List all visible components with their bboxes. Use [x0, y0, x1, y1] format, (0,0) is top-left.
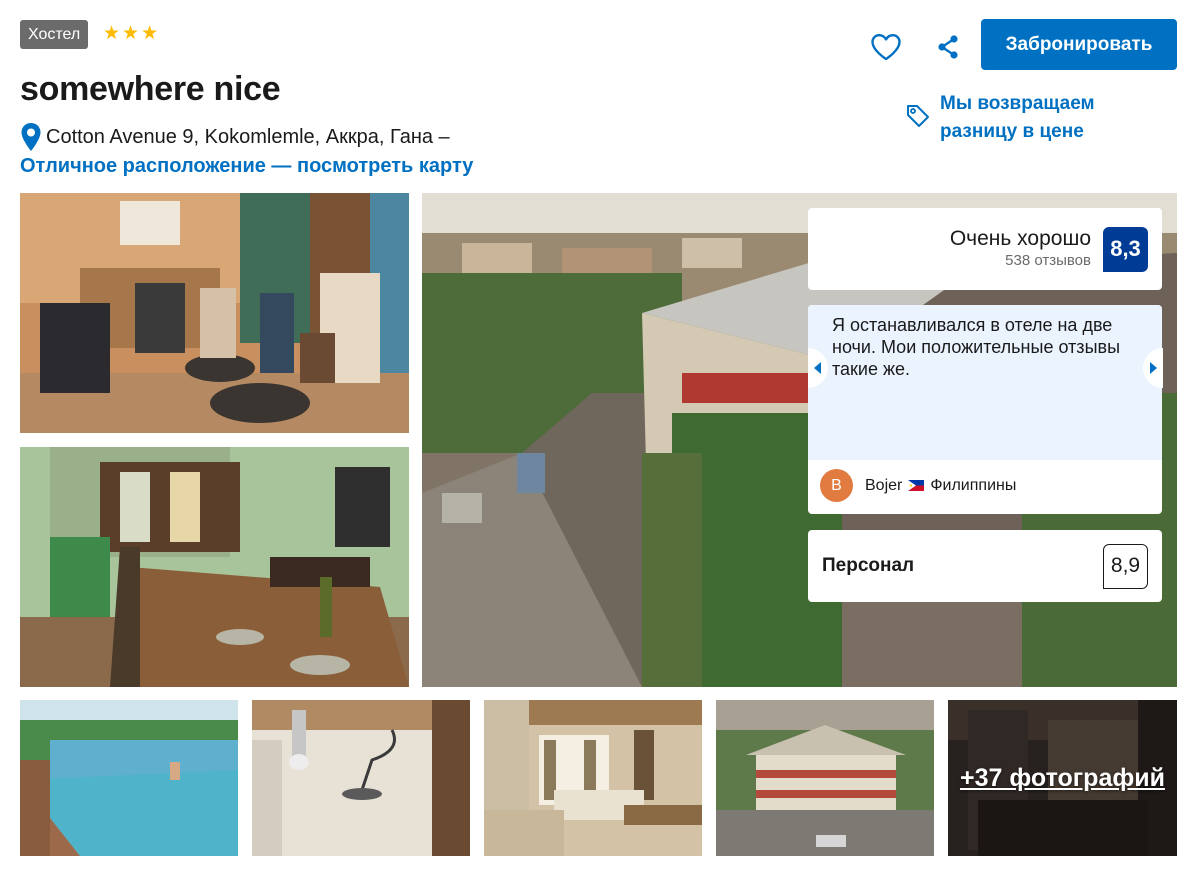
photo-lounge[interactable] — [20, 193, 409, 433]
share-icon — [938, 35, 958, 59]
star-rating: ★ ★ ★ — [103, 24, 158, 44]
star-icon: ★ — [122, 23, 140, 44]
review-text: Я останавливался в отеле на две ночи. Мо… — [808, 305, 1162, 460]
reviewer-country: Филиппины — [930, 476, 1017, 494]
review-count: 538 отзывов — [1005, 252, 1091, 269]
address-row: Cotton Avenue 9, Kokomlemle, Аккра, Гана… — [20, 122, 450, 152]
price-match-text: Мы возвращаем разницу в цене — [940, 93, 1095, 142]
photo-pool[interactable] — [20, 700, 238, 856]
photo-shower[interactable] — [252, 700, 470, 856]
reviewer-info: B Bojer Филиппины — [820, 469, 1016, 502]
star-icon: ★ — [141, 23, 159, 44]
staff-rating-card: Персонал 8,9 — [808, 530, 1162, 602]
avatar: B — [820, 469, 853, 502]
rating-score-badge: 8,3 — [1103, 226, 1148, 272]
photo-bedroom[interactable] — [484, 700, 702, 856]
rating-text: Очень хорошо 538 отзывов — [950, 227, 1091, 271]
map-pin-icon — [21, 123, 41, 151]
staff-label: Персонал — [822, 555, 915, 576]
chevron-left-icon — [814, 362, 821, 374]
hotel-name: somewhere nice — [20, 70, 281, 108]
share-button[interactable] — [928, 27, 968, 67]
property-type-badge: Хостел — [20, 20, 89, 49]
reserve-button[interactable]: Забронировать — [981, 19, 1177, 70]
rating-label: Очень хорошо — [949, 227, 1091, 250]
save-favorite-button[interactable] — [866, 27, 906, 67]
chevron-right-icon — [1150, 362, 1157, 374]
philippines-flag-icon — [908, 480, 925, 491]
show-map-link[interactable]: Отличное расположение — посмотреть карту — [20, 155, 473, 178]
price-match-link[interactable]: Мы возвращаем разницу в цене — [905, 90, 1140, 146]
star-icon: ★ — [103, 23, 121, 44]
price-tag-icon — [907, 105, 929, 127]
staff-score-badge: 8,9 — [1103, 543, 1148, 589]
rating-summary[interactable]: Очень хорошо 538 отзывов 8,3 — [808, 208, 1162, 290]
review-card: Я останавливался в отеле на две ночи. Мо… — [808, 305, 1162, 514]
photo-dining-room[interactable] — [20, 447, 409, 687]
photo-building-exterior[interactable] — [716, 700, 934, 856]
address-text: Cotton Avenue 9, Kokomlemle, Аккра, Гана… — [46, 125, 450, 148]
heart-icon — [871, 34, 901, 61]
reviewer-name: Bojer — [865, 476, 903, 494]
more-photos-link[interactable]: +37 фотографий — [948, 700, 1177, 856]
